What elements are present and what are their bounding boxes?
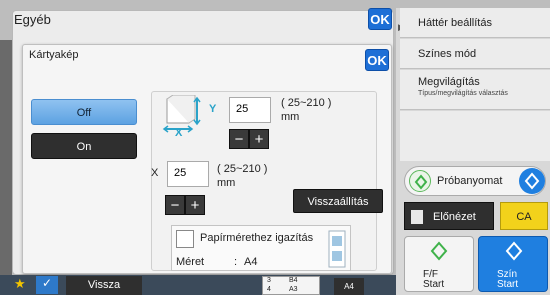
tray-row2-size: A3 [289, 286, 298, 293]
bw-start-button[interactable]: F/F Start [404, 236, 474, 292]
outer-dialog-title: Egyéb [14, 12, 51, 27]
y-minus-button[interactable]: − [229, 129, 249, 149]
menu-item-megvilagitas-sub: Típus/megvilágítás választás [418, 90, 508, 97]
x-value-field[interactable]: 25 [167, 161, 209, 187]
favorite-star-icon[interactable]: ★ [14, 276, 26, 292]
paper-tray-status: 3 B4 4 A3 [262, 276, 320, 295]
film-strip-icon [326, 230, 348, 268]
back-button[interactable]: Vissza [66, 276, 142, 295]
checkmark-icon[interactable]: ✓ [36, 276, 58, 294]
y-plus-button[interactable]: + [249, 129, 269, 149]
tray-row1-size: B4 [289, 277, 298, 284]
x-label: X [151, 167, 159, 179]
y-value-field[interactable]: 25 [229, 97, 271, 123]
proof-print-green-icon [409, 170, 431, 192]
preview-doc-icon [411, 210, 423, 224]
card-shot-dialog: Kártyakép OK Off On Y X 25 ( 25~210 ) mm… [22, 44, 392, 274]
size-value: A4 [244, 256, 258, 268]
tray-row1-number: 3 [267, 277, 271, 284]
preview-button[interactable]: Előnézet [404, 202, 494, 230]
paper-size-badge: A4 [334, 278, 364, 295]
x-range-text: ( 25~210 ) [217, 163, 268, 175]
menu-item-hatter-label: Háttér beállítás [418, 17, 492, 29]
mode-off-button[interactable]: Off [31, 99, 137, 125]
mode-on-button[interactable]: On [31, 133, 137, 159]
menu-empty-area [400, 111, 550, 161]
menu-item-megvilagitas-label: Megvilágítás [418, 76, 480, 88]
preview-label: Előnézet [433, 211, 476, 223]
fit-paper-panel: Papírmérethez igazítás Méret : A4 [171, 225, 351, 271]
left-strip [0, 40, 12, 275]
inner-ok-button[interactable]: OK [365, 49, 389, 71]
menu-item-szines-mod[interactable]: Színes mód [400, 39, 550, 69]
stage: Egyéb OK Kártyakép OK Off On Y X 25 ( 25… [0, 0, 550, 295]
y-axis-label: Y [209, 103, 217, 115]
y-unit-text: mm [281, 111, 300, 123]
fit-paper-checkbox[interactable] [176, 230, 194, 248]
tray-row2-number: 4 [267, 286, 271, 293]
size-label: Méret [176, 256, 205, 268]
size-separator: : [234, 256, 238, 268]
proof-print-button[interactable]: Próbanyomat [404, 166, 546, 196]
menu-item-hatter[interactable]: Háttér beállítás [400, 8, 550, 38]
menu-item-megvilagitas[interactable]: Megvilágítás Típus/megvilágítás választá… [400, 70, 550, 110]
menu-item-szines-mod-label: Színes mód [418, 48, 477, 60]
card-shot-title: Kártyakép [29, 49, 79, 61]
x-plus-button[interactable]: + [185, 195, 205, 215]
bw-start-icon [429, 241, 449, 261]
x-unit-text: mm [217, 177, 236, 189]
y-range-text: ( 25~210 ) [281, 97, 332, 109]
reset-button[interactable]: Visszaállítás [293, 189, 383, 213]
color-start-line2: Start [497, 279, 519, 290]
proof-print-blue-icon [519, 168, 545, 194]
bw-start-line2: Start [423, 279, 445, 290]
x-minus-button[interactable]: − [165, 195, 185, 215]
fit-paper-label: Papírmérethez igazítás [200, 232, 314, 244]
color-start-button[interactable]: Szín Start [478, 236, 548, 292]
proof-print-label: Próbanyomat [437, 175, 503, 187]
color-start-icon [504, 241, 524, 261]
x-axis-glyph: X [175, 127, 183, 139]
clear-all-button[interactable]: CA [500, 202, 548, 230]
outer-ok-button[interactable]: OK [368, 8, 392, 30]
